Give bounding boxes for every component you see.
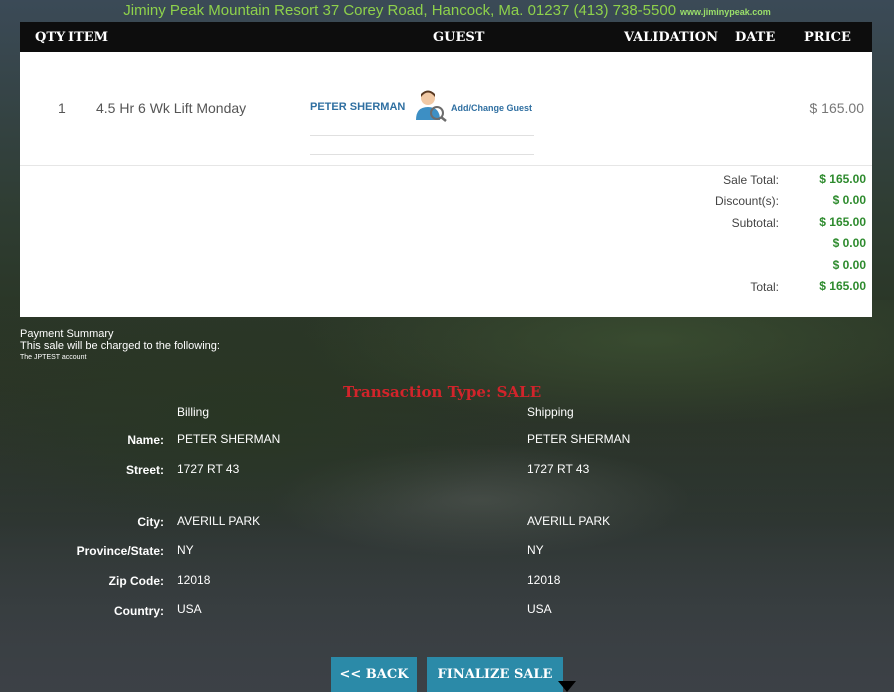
shipping-name: PETER SHERMAN — [527, 432, 631, 446]
cart-header-row: QTY ITEM GUEST VALIDATION DATE PRICE — [20, 22, 872, 52]
resort-address: Jiminy Peak Mountain Resort 37 Corey Roa… — [123, 2, 677, 19]
validation-field-line — [310, 135, 534, 136]
column-date: DATE — [735, 30, 776, 45]
extra-row: $ 0.00 — [20, 232, 872, 253]
zip-label: Zip Code: — [108, 574, 164, 588]
billing-zip: 12018 — [177, 573, 211, 587]
billing-province: NY — [177, 543, 194, 557]
finalize-sale-button[interactable]: FINALIZE SALE — [427, 657, 563, 692]
total-value: $ 165.00 — [819, 278, 866, 293]
transaction-type: Transaction Type: SALE — [343, 383, 542, 401]
payment-account: The JPTEST account — [20, 354, 87, 361]
total-value: $ 0.00 — [832, 257, 866, 272]
billing-country: USA — [177, 602, 202, 616]
total-value: $ 165.00 — [819, 214, 866, 229]
shipping-country: USA — [527, 602, 552, 616]
shipping-zip: 12018 — [527, 573, 561, 587]
column-price: PRICE — [804, 30, 851, 45]
add-change-guest-link[interactable]: Add/Change Guest — [451, 103, 532, 113]
street-label: Street: — [125, 463, 164, 477]
discount-row: Discount(s): $ 0.00 — [20, 189, 872, 210]
country-label: Country: — [114, 604, 164, 618]
totals-section: Sale Total: $ 165.00 Discount(s): $ 0.00… — [20, 168, 872, 296]
shipping-city: AVERILL PARK — [527, 514, 611, 528]
column-guest: GUEST — [433, 30, 485, 45]
billing-header: Billing — [177, 405, 210, 419]
cart-table: QTY ITEM GUEST VALIDATION DATE PRICE 1 4… — [20, 22, 872, 317]
mouse-cursor-icon — [558, 681, 576, 692]
guest-name: PETER SHERMAN — [310, 101, 406, 113]
item-price: $ 165.00 — [809, 100, 865, 116]
resort-url[interactable]: www.jiminypeak.com — [680, 7, 771, 17]
total-label: Discount(s): — [714, 194, 779, 209]
cart-item-row: 1 4.5 Hr 6 Wk Lift Monday PETER SHERMAN … — [20, 52, 872, 166]
total-label: Total: — [750, 279, 779, 294]
name-label: Name: — [127, 433, 164, 447]
column-validation: VALIDATION — [624, 30, 718, 45]
payment-summary: Payment Summary This sale will be charge… — [20, 328, 220, 364]
billing-city: AVERILL PARK — [177, 514, 261, 528]
city-label: City: — [137, 515, 164, 529]
back-button[interactable]: << BACK — [331, 657, 417, 692]
column-item: ITEM — [68, 30, 109, 45]
grand-total-row: Total: $ 165.00 — [20, 275, 872, 296]
total-value: $ 0.00 — [832, 236, 866, 251]
shipping-header: Shipping — [527, 405, 574, 419]
payment-summary-description: This sale will be charged to the followi… — [20, 340, 220, 352]
validation-field-line — [310, 154, 534, 155]
total-value: $ 0.00 — [832, 193, 866, 208]
total-label: Subtotal: — [731, 215, 779, 230]
billing-name: PETER SHERMAN — [177, 432, 281, 446]
extra-row: $ 0.00 — [20, 254, 872, 275]
item-qty: 1 — [58, 100, 66, 116]
subtotal-row: Subtotal: $ 165.00 — [20, 211, 872, 232]
payment-summary-title: Payment Summary — [20, 328, 114, 340]
shipping-province: NY — [527, 543, 544, 557]
resort-header: Jiminy Peak Mountain Resort 37 Corey Roa… — [0, 0, 894, 22]
item-name: 4.5 Hr 6 Wk Lift Monday — [96, 100, 247, 116]
billing-street: 1727 RT 43 — [177, 462, 240, 476]
column-qty: QTY — [35, 30, 66, 45]
province-label: Province/State: — [76, 544, 164, 558]
total-value: $ 165.00 — [819, 172, 866, 186]
total-label: Sale Total: — [723, 173, 779, 187]
sale-total-row: Sale Total: $ 165.00 — [20, 168, 872, 189]
add-guest-avatar-icon[interactable] — [413, 88, 447, 122]
shipping-street: 1727 RT 43 — [527, 462, 590, 476]
